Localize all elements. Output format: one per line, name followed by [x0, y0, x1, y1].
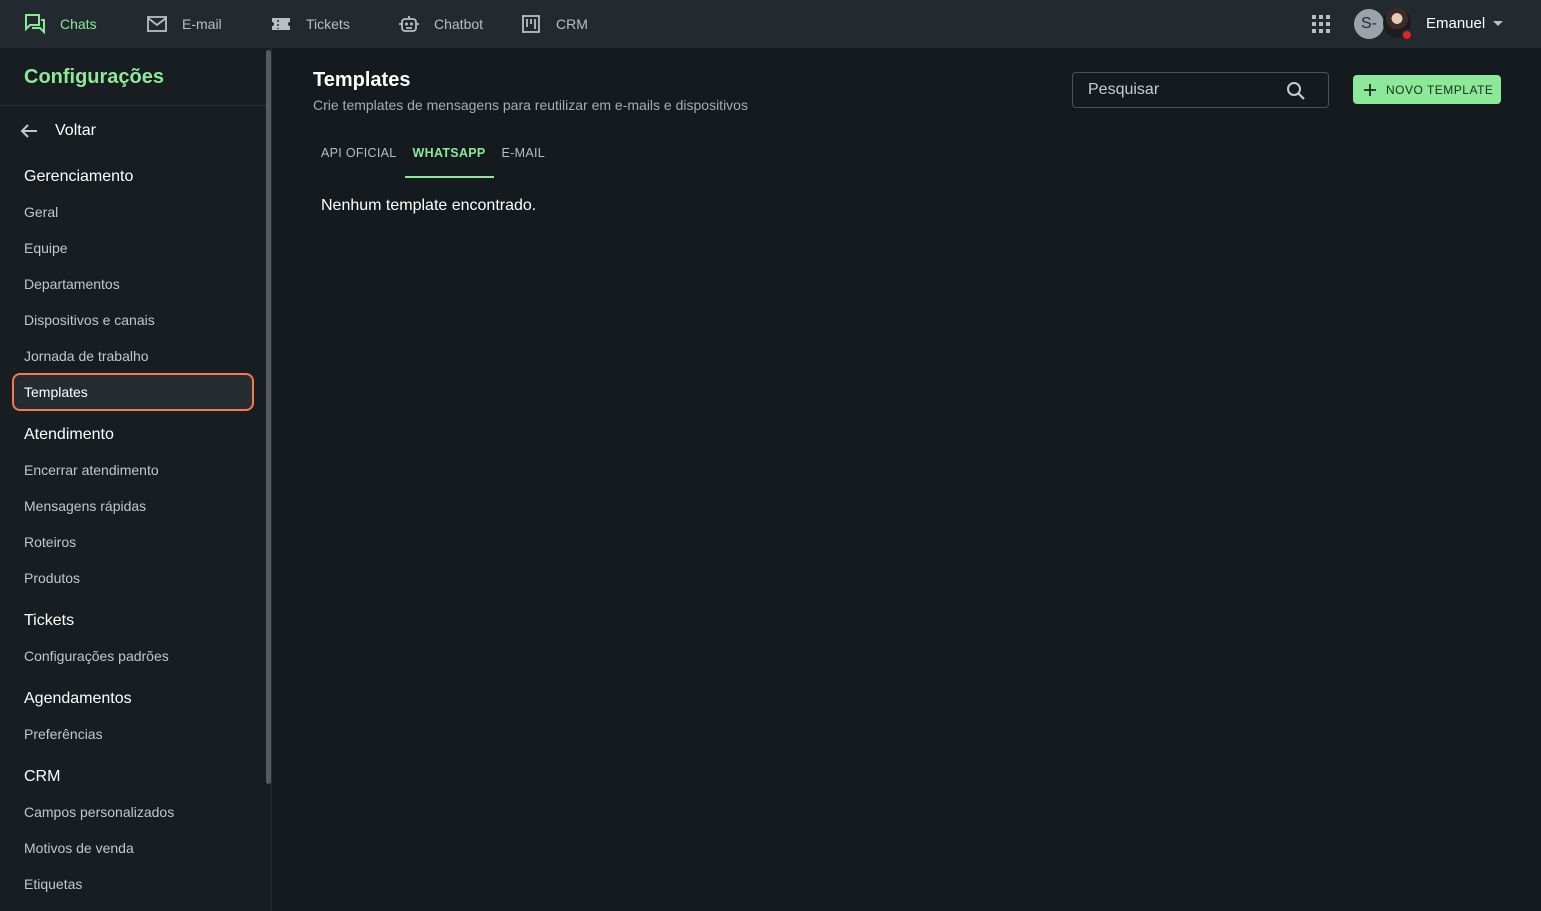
nav-email-label: E-mail: [182, 16, 222, 32]
apps-grid-icon[interactable]: [1312, 15, 1330, 33]
tab-api-oficial[interactable]: API OFICIAL: [313, 138, 405, 178]
nav-crm[interactable]: CRM: [496, 0, 596, 48]
nav-tickets[interactable]: Tickets: [246, 0, 374, 48]
page-title: Templates: [313, 69, 411, 91]
new-template-button[interactable]: NOVO TEMPLATE: [1353, 75, 1501, 104]
sidebar-item-dispositivos[interactable]: Dispositivos e canais: [24, 312, 155, 328]
nav-email[interactable]: E-mail: [122, 0, 246, 48]
kanban-icon: [520, 13, 542, 35]
sidebar-scrollbar[interactable]: [266, 50, 271, 784]
back-label: Voltar: [55, 122, 96, 139]
sidebar-item-encerrar[interactable]: Encerrar atendimento: [24, 462, 159, 478]
section-atendimento: Atendimento: [24, 426, 114, 443]
sidebar-item-equipe[interactable]: Equipe: [24, 240, 68, 256]
nav-chatbot[interactable]: Chatbot: [374, 0, 496, 48]
sidebar-divider: [0, 105, 266, 106]
search-box: [1072, 72, 1329, 108]
sidebar-item-templates[interactable]: Templates: [12, 373, 254, 411]
sidebar-item-produtos[interactable]: Produtos: [24, 570, 80, 586]
sidebar-item-campos[interactable]: Campos personalizados: [24, 804, 174, 820]
search-input[interactable]: [1073, 73, 1283, 107]
section-crm: CRM: [24, 768, 61, 785]
nav-tickets-label: Tickets: [306, 16, 350, 32]
workspace-avatar[interactable]: S-: [1354, 9, 1384, 39]
chats-icon: [24, 13, 46, 35]
settings-sidebar: Configurações Voltar Gerenciamento Geral…: [0, 48, 272, 911]
ticket-icon: [270, 13, 292, 35]
sidebar-title: Configurações: [24, 66, 165, 88]
main-content: Templates Crie templates de mensagens pa…: [273, 48, 1541, 911]
empty-state-message: Nenhum template encontrado.: [321, 197, 537, 214]
page-subtitle: Crie templates de mensagens para reutili…: [313, 97, 748, 113]
nav-crm-label: CRM: [556, 16, 588, 32]
sidebar-item-config-padroes[interactable]: Configurações padrões: [24, 648, 169, 664]
new-template-label: NOVO TEMPLATE: [1386, 82, 1494, 97]
back-button[interactable]: Voltar: [18, 118, 96, 144]
user-status-indicator: [1401, 29, 1413, 41]
nav-chatbot-label: Chatbot: [434, 16, 484, 32]
nav-chats[interactable]: Chats: [0, 0, 122, 48]
top-navigation-bar: Chats E-mail Tickets Chatbot CRM S- Eman…: [0, 0, 1541, 48]
plus-icon: [1363, 83, 1377, 97]
section-tickets: Tickets: [24, 612, 75, 629]
template-tabs: API OFICIAL WHATSAPP E-MAIL: [313, 138, 553, 178]
arrow-left-icon: [18, 120, 40, 142]
tab-whatsapp[interactable]: WHATSAPP: [404, 138, 494, 178]
sidebar-item-mensagens[interactable]: Mensagens rápidas: [24, 498, 146, 514]
sidebar-item-jornada[interactable]: Jornada de trabalho: [24, 348, 149, 364]
sidebar-item-etiquetas[interactable]: Etiquetas: [24, 876, 82, 892]
user-name[interactable]: Emanuel: [1426, 15, 1485, 32]
tab-email[interactable]: E-MAIL: [494, 138, 553, 178]
search-icon[interactable]: [1286, 81, 1306, 101]
sidebar-item-departamentos[interactable]: Departamentos: [24, 276, 120, 292]
nav-chats-label: Chats: [60, 16, 97, 32]
section-agendamentos: Agendamentos: [24, 690, 132, 707]
mail-icon: [146, 13, 168, 35]
sidebar-item-motivos[interactable]: Motivos de venda: [24, 840, 134, 856]
sidebar-item-roteiros[interactable]: Roteiros: [24, 534, 76, 550]
chevron-down-icon[interactable]: [1493, 21, 1503, 26]
robot-icon: [398, 13, 420, 35]
section-gerenciamento: Gerenciamento: [24, 168, 134, 185]
sidebar-item-geral[interactable]: Geral: [24, 204, 58, 220]
sidebar-item-preferencias[interactable]: Preferências: [24, 726, 103, 742]
